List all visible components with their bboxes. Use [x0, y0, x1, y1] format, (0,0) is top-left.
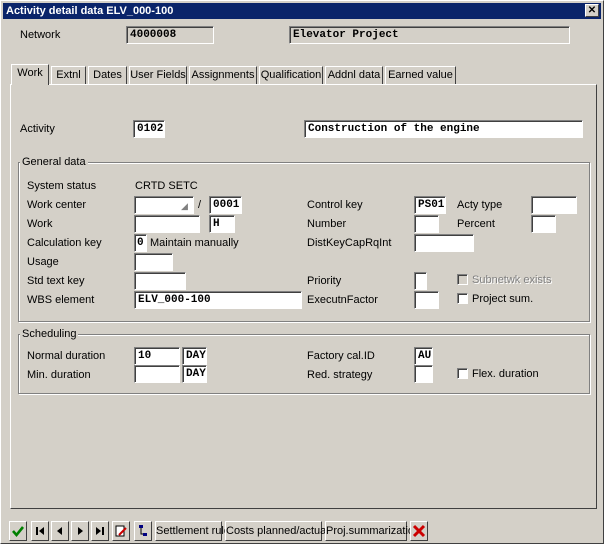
- priority-field[interactable]: [414, 272, 427, 290]
- tab-user-fields[interactable]: User Fields: [129, 66, 187, 84]
- usage-label: Usage: [27, 256, 59, 268]
- distkey-field[interactable]: [414, 234, 474, 252]
- proj-summarization-button[interactable]: Proj.summarization: [325, 521, 420, 541]
- costs-planned-actual-button[interactable]: Costs planned/actual: [225, 521, 329, 541]
- priority-label: Priority: [307, 275, 342, 287]
- flex-duration-label: Flex. duration: [472, 368, 539, 380]
- factory-cal-field[interactable]: AU: [414, 347, 433, 365]
- subnetwk-checkbox: [457, 274, 468, 285]
- activity-label: Activity: [20, 123, 55, 135]
- std-text-key-field[interactable]: [134, 272, 186, 290]
- system-status-value: CRTD SETC: [135, 180, 198, 192]
- window-title: Activity detail data ELV_000-100: [6, 5, 174, 17]
- tab-dates[interactable]: Dates: [88, 66, 127, 84]
- general-data-title: General data: [20, 156, 88, 168]
- acty-type-label: Acty type: [457, 199, 503, 211]
- normal-duration-unit-field[interactable]: DAY: [182, 347, 207, 365]
- check-icon[interactable]: [9, 521, 27, 541]
- work-unit-field[interactable]: H: [209, 215, 235, 233]
- control-key-label: Control key: [307, 199, 363, 211]
- factory-cal-label: Factory cal.ID: [307, 350, 375, 362]
- tab-extnl[interactable]: Extnl: [51, 66, 86, 84]
- settlement-rule-button[interactable]: Settlement rule: [155, 521, 230, 541]
- network-description-field: Elevator Project: [289, 26, 570, 44]
- work-center-resize-icon: ◢: [181, 201, 188, 211]
- plant-field[interactable]: 0001: [209, 196, 242, 214]
- calculation-key-label: Calculation key: [27, 237, 102, 249]
- tab-assignments[interactable]: Assignments: [189, 66, 257, 84]
- calculation-key-field[interactable]: 0: [134, 234, 147, 252]
- work-center-label: Work center: [27, 199, 87, 211]
- std-text-key-label: Std text key: [27, 275, 85, 287]
- scheduling-title: Scheduling: [20, 328, 79, 340]
- percent-field[interactable]: [531, 215, 556, 233]
- network-number-field: 4000008: [126, 26, 214, 44]
- number-field[interactable]: [414, 215, 439, 233]
- first-page-icon[interactable]: [31, 521, 49, 541]
- last-page-icon[interactable]: [91, 521, 109, 541]
- hierarchy-icon[interactable]: [134, 521, 152, 541]
- plant-separator: /: [198, 199, 202, 211]
- percent-label: Percent: [457, 218, 495, 230]
- control-key-field[interactable]: PS01: [414, 196, 446, 214]
- subnetwk-label: Subnetwk exists: [472, 274, 552, 286]
- activity-description-field[interactable]: Construction of the engine: [304, 120, 583, 138]
- close-icon[interactable]: ✕: [585, 4, 599, 17]
- calculation-key-text: Maintain manually: [150, 237, 239, 249]
- min-duration-field[interactable]: [134, 365, 180, 383]
- wbs-element-field[interactable]: ELV_000-100: [134, 291, 302, 309]
- min-duration-unit-field[interactable]: DAY: [182, 365, 207, 383]
- tab-qualification[interactable]: Qualification: [259, 66, 323, 84]
- distkey-label: DistKeyCapRqInt: [307, 237, 392, 249]
- flex-duration-checkbox[interactable]: [457, 368, 468, 379]
- red-strategy-label: Red. strategy: [307, 369, 373, 381]
- execution-factor-field[interactable]: [414, 291, 439, 309]
- red-strategy-field[interactable]: [414, 365, 433, 383]
- tab-work[interactable]: Work: [11, 64, 49, 85]
- edit-document-icon[interactable]: [112, 521, 130, 541]
- activity-number-field[interactable]: 0102: [133, 120, 165, 138]
- wbs-element-label: WBS element: [27, 294, 95, 306]
- title-bar: Activity detail data ELV_000-100 ✕: [3, 3, 601, 19]
- work-label: Work: [27, 218, 53, 230]
- usage-field[interactable]: [134, 253, 173, 271]
- scheduling-group: [18, 334, 590, 394]
- system-status-label: System status: [27, 180, 97, 192]
- normal-duration-field[interactable]: 10: [134, 347, 180, 365]
- tab-earned-value[interactable]: Earned value: [385, 66, 456, 84]
- dialog-window: Activity detail data ELV_000-100 ✕ Netwo…: [0, 0, 604, 544]
- normal-duration-label: Normal duration: [27, 350, 106, 362]
- execution-factor-label: ExecutnFactor: [307, 294, 378, 306]
- previous-page-icon[interactable]: [51, 521, 69, 541]
- tab-addnl-data[interactable]: Addnl data: [325, 66, 383, 84]
- number-label: Number: [307, 218, 347, 230]
- network-label: Network: [20, 29, 61, 41]
- project-sum-checkbox[interactable]: [457, 293, 468, 304]
- cancel-icon[interactable]: [410, 521, 428, 541]
- min-duration-label: Min. duration: [27, 369, 91, 381]
- work-field[interactable]: [134, 215, 200, 233]
- acty-type-field[interactable]: [531, 196, 577, 214]
- next-page-icon[interactable]: [71, 521, 89, 541]
- project-sum-label: Project sum.: [472, 293, 534, 305]
